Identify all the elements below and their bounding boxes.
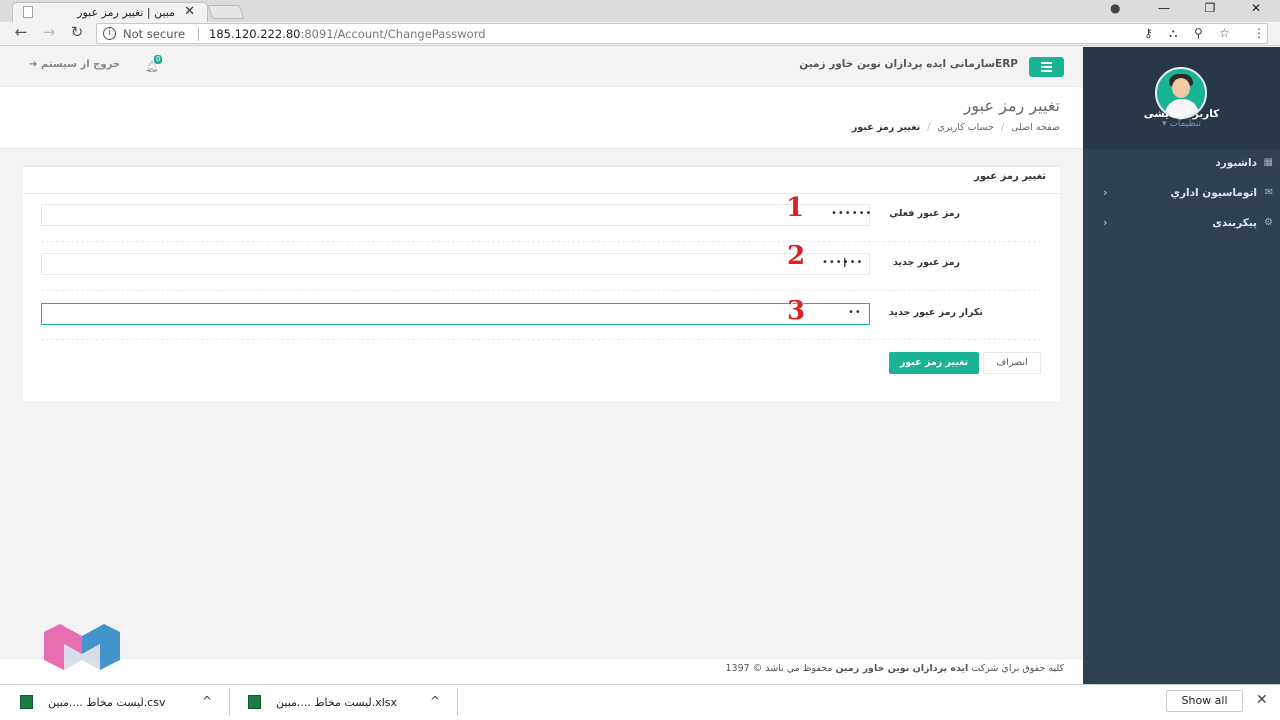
minimize-button[interactable]: — bbox=[1141, 1, 1187, 19]
download-item[interactable]: لیست مخاط ....مبین.csv ^ bbox=[20, 688, 220, 716]
info-icon[interactable]: i bbox=[103, 27, 116, 40]
show-all-button[interactable]: Show all bbox=[1166, 690, 1243, 712]
url-path: :8091/Account/ChangePassword bbox=[300, 27, 486, 41]
bookmark-star-icon[interactable]: ☆ bbox=[1219, 26, 1230, 40]
annotation-2: 2 bbox=[787, 241, 806, 271]
current-password-value: •••••• bbox=[831, 208, 873, 219]
divider bbox=[457, 688, 458, 716]
excel-file-icon bbox=[20, 695, 33, 709]
page-icon bbox=[23, 6, 33, 18]
divider bbox=[41, 339, 1041, 340]
sidebar-item-automation[interactable]: ✉ اتوماسیون اداري ‹ bbox=[1083, 179, 1280, 209]
copyright-text: کلیه حقوق براي شرکت ایده پردازان نوین خا… bbox=[500, 663, 1064, 674]
key-icon[interactable]: ⚷ bbox=[1144, 26, 1153, 40]
new-password-field[interactable] bbox=[41, 253, 870, 275]
chevron-left-icon: ‹ bbox=[1103, 216, 1108, 229]
download-filename: لیست مخاط ....مبین.csv bbox=[48, 696, 166, 709]
tab-title: مبین | تغییر رمز عبور bbox=[77, 6, 175, 19]
cancel-button[interactable]: انصراف bbox=[983, 352, 1041, 374]
sidebar-item-settings[interactable]: ⚙ پيکربندی ‹ bbox=[1083, 209, 1280, 239]
watermark-logo-icon bbox=[44, 624, 120, 670]
hamburger-line bbox=[1041, 70, 1052, 72]
divider bbox=[41, 241, 1041, 242]
download-filename: لیست مخاط ....مبین.xlsx bbox=[276, 696, 397, 709]
sidebar-item-label: پيکربندی bbox=[1212, 217, 1257, 229]
sign-out-icon: ➜ bbox=[29, 59, 38, 70]
sidebar-item-label: داشبورد bbox=[1215, 157, 1257, 169]
breadcrumb-account[interactable]: حساب کاربري bbox=[937, 122, 994, 133]
security-label: Not secure bbox=[123, 27, 186, 41]
logout-label: خروج از سیستم bbox=[40, 59, 120, 70]
profile-icon[interactable]: ● bbox=[1110, 1, 1120, 15]
hamburger-line bbox=[1041, 66, 1052, 68]
panel-title: تغيير رمز عبور bbox=[974, 171, 1046, 182]
divider bbox=[229, 688, 230, 716]
change-password-button[interactable]: تغيير رمز عبور bbox=[889, 352, 979, 374]
breadcrumb-home[interactable]: صفحه اصلی bbox=[1011, 122, 1060, 133]
translate-icon[interactable]: ⛬ bbox=[1169, 26, 1177, 41]
reload-icon[interactable]: ↻ bbox=[66, 23, 88, 41]
close-icon[interactable]: ✕ bbox=[1256, 692, 1268, 708]
sidebar-item-label: اتوماسیون اداري bbox=[1170, 187, 1257, 199]
profile-panel: کاربر آزمایشی تنظیمات ▾ bbox=[1083, 47, 1280, 149]
page-title: تغییر رمز عبور bbox=[963, 96, 1060, 115]
chevron-left-icon: ‹ bbox=[1103, 186, 1108, 199]
annotation-1: 1 bbox=[786, 193, 805, 223]
notification-badge: 0 bbox=[154, 55, 163, 64]
copyright-prefix: کلیه حقوق براي شرکت bbox=[971, 663, 1064, 674]
restore-button[interactable]: ❐ bbox=[1187, 1, 1233, 19]
divider bbox=[198, 27, 199, 41]
new-tab-button[interactable] bbox=[207, 5, 245, 19]
url-host: 185.120.222.80 bbox=[209, 27, 301, 41]
sidebar-item-dashboard[interactable]: ▦ داشبورد bbox=[1083, 149, 1280, 179]
browser-menu-icon[interactable]: ⋮ bbox=[1253, 26, 1265, 40]
url-text: 185.120.222.80:8091/Account/ChangePasswo… bbox=[209, 27, 486, 41]
user-settings-dropdown[interactable]: تنظیمات ▾ bbox=[1083, 119, 1280, 129]
back-icon[interactable]: ← bbox=[10, 23, 32, 41]
sidebar: کاربر آزمایشی تنظیمات ▾ ▦ داشبورد ✉ اتوم… bbox=[1083, 47, 1280, 684]
brand-title: ERPسازمانی ایده پردازان نوین خاور زمین bbox=[799, 58, 1018, 70]
menu-toggle-button[interactable] bbox=[1029, 57, 1064, 77]
logout-link[interactable]: خروج از سیستم ➜ bbox=[20, 59, 120, 70]
company-name: ایده پردازان نوین خاور زمین bbox=[835, 663, 969, 674]
chevron-up-icon[interactable]: ^ bbox=[202, 694, 212, 708]
confirm-password-field[interactable] bbox=[41, 303, 870, 325]
text-cursor-icon: I bbox=[843, 256, 847, 270]
hamburger-line bbox=[1041, 62, 1052, 64]
address-bar[interactable]: i Not secure 185.120.222.80:8091/Account… bbox=[96, 23, 1268, 44]
download-item[interactable]: لیست مخاط ....مبین.xlsx ^ bbox=[248, 688, 448, 716]
tab-close-icon[interactable]: ✕ bbox=[184, 4, 195, 19]
excel-file-icon bbox=[248, 695, 261, 709]
divider bbox=[41, 290, 1041, 291]
zoom-icon[interactable]: ⚲ bbox=[1194, 26, 1203, 40]
browser-tab[interactable]: مبین | تغییر رمز عبور ✕ bbox=[12, 2, 208, 22]
breadcrumb-current: تغيير رمز عبور bbox=[851, 122, 921, 133]
envelope-icon: ✉ bbox=[1264, 187, 1273, 198]
th-large-icon: ▦ bbox=[1263, 157, 1273, 168]
current-password-field[interactable] bbox=[41, 204, 870, 226]
cogs-icon: ⚙ bbox=[1264, 217, 1273, 228]
copyright-suffix: محفوظ مي باشد © 1397 bbox=[725, 663, 833, 674]
confirm-password-value: •• bbox=[848, 307, 862, 318]
forward-icon[interactable]: → bbox=[38, 23, 60, 41]
divider bbox=[23, 193, 1060, 194]
breadcrumb: صفحه اصلی / حساب کاربري / تغيير رمز عبور bbox=[600, 122, 1060, 133]
breadcrumb-separator: / bbox=[927, 122, 931, 133]
chevron-up-icon[interactable]: ^ bbox=[430, 694, 440, 708]
annotation-3: 3 bbox=[787, 296, 806, 326]
breadcrumb-separator: / bbox=[1000, 122, 1005, 133]
close-window-button[interactable]: ✕ bbox=[1233, 1, 1279, 19]
avatar-head bbox=[1172, 78, 1190, 98]
